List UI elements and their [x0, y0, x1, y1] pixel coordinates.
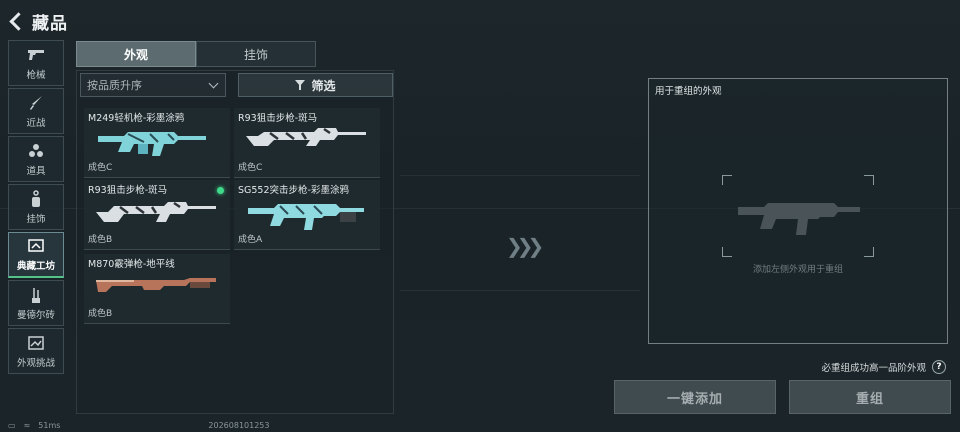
- sidebar-item-challenge[interactable]: 外观挑战: [8, 328, 64, 374]
- status-bar: ▭ ≈ 51ms 202608101253: [8, 418, 277, 432]
- item-card[interactable]: M249轻机枪-彩墨涂鸦 成色C: [84, 108, 230, 178]
- sidebar-item-workshop[interactable]: 典藏工坊: [8, 232, 64, 278]
- sort-dropdown[interactable]: 按品质升序: [80, 73, 226, 97]
- workshop-icon: [27, 237, 45, 255]
- tab-appearance[interactable]: 外观: [76, 41, 196, 67]
- filter-label: 筛选: [311, 78, 336, 93]
- item-grade: 成色C: [88, 163, 113, 173]
- sidebar-item-label: 典藏工坊: [16, 261, 55, 272]
- item-card[interactable]: R93狙击步枪-斑马 成色B: [84, 180, 230, 250]
- item-grade: 成色B: [88, 309, 113, 319]
- battery-icon: ▭: [8, 420, 16, 430]
- help-row: 必重组成功高一品阶外观 ?: [821, 360, 946, 374]
- pistol-icon: [27, 46, 45, 64]
- rifle-placeholder-icon: [738, 203, 860, 235]
- selected-indicator: [217, 187, 224, 194]
- item-card[interactable]: R93狙击步枪-斑马 成色C: [234, 108, 380, 178]
- challenge-icon: [27, 334, 45, 352]
- lmg-skin-image: [98, 132, 206, 156]
- sidebar-item-label: 近战: [26, 117, 46, 129]
- tab-bar: 外观 挂饰: [76, 41, 316, 67]
- sidebar-item-label: 外观挑战: [16, 357, 55, 369]
- sidebar-item-melee[interactable]: 近战: [8, 88, 64, 134]
- sidebar-item-label: 道具: [26, 165, 46, 177]
- sidebar-item-props[interactable]: 道具: [8, 136, 64, 182]
- question-icon[interactable]: ?: [932, 360, 946, 374]
- add-all-button[interactable]: 一键添加: [614, 380, 776, 414]
- item-grade: 成色B: [88, 235, 113, 245]
- knife-icon: [27, 94, 45, 112]
- sniper-skin-image: [96, 201, 216, 222]
- chevron-down-icon: [208, 78, 219, 89]
- item-card[interactable]: SG552突击步枪-彩墨涂鸦 成色A: [234, 180, 380, 250]
- header: 藏品: [8, 8, 68, 34]
- tab-charms[interactable]: 挂饰: [196, 41, 316, 67]
- wifi-icon: ≈: [23, 420, 31, 430]
- reassemble-button[interactable]: 重组: [789, 380, 951, 414]
- item-grade: 成色C: [238, 163, 263, 173]
- item-grade: 成色A: [238, 235, 263, 245]
- help-text: 必重组成功高一品阶外观: [821, 363, 926, 374]
- ping-value: 51ms: [38, 420, 61, 430]
- filter-icon: [295, 80, 306, 90]
- slot-hint: 添加左侧外观用于重组: [752, 265, 843, 275]
- transfer-arrows-icon: ❯❯❯: [506, 234, 544, 258]
- charm-icon: [27, 189, 45, 208]
- sidebar-item-label: 枪械: [26, 69, 46, 81]
- shotgun-skin-image: [96, 278, 216, 292]
- page-title: 藏品: [32, 13, 68, 34]
- back-arrow-icon[interactable]: [8, 13, 24, 29]
- sidebar-item-mandel[interactable]: 曼德尔砖: [8, 280, 64, 326]
- slot-title: 用于重组的外观: [655, 86, 722, 97]
- grenade-icon: [27, 142, 45, 160]
- build-id: 202608101253: [208, 420, 270, 430]
- clip-icon: [27, 286, 45, 304]
- rifle-skin-image: [248, 204, 364, 230]
- filter-button[interactable]: 筛选: [238, 73, 393, 97]
- item-card[interactable]: M870霰弹枪-地平线 成色B: [84, 254, 230, 324]
- sidebar: 枪械 近战 道具 挂饰 典藏工坊 曼德尔砖 外观挑战: [8, 40, 64, 376]
- sniper-skin-image: [246, 127, 366, 146]
- sidebar-item-guns[interactable]: 枪械: [8, 40, 64, 86]
- sidebar-item-charms[interactable]: 挂饰: [8, 184, 64, 230]
- empty-slot-frame: [722, 175, 874, 257]
- sidebar-item-label: 曼德尔砖: [16, 309, 55, 321]
- sort-value: 按品质升序: [87, 79, 142, 92]
- sidebar-item-label: 挂饰: [26, 213, 46, 225]
- reassemble-slot[interactable]: 用于重组的外观 添加左侧外观用于重组: [648, 78, 948, 344]
